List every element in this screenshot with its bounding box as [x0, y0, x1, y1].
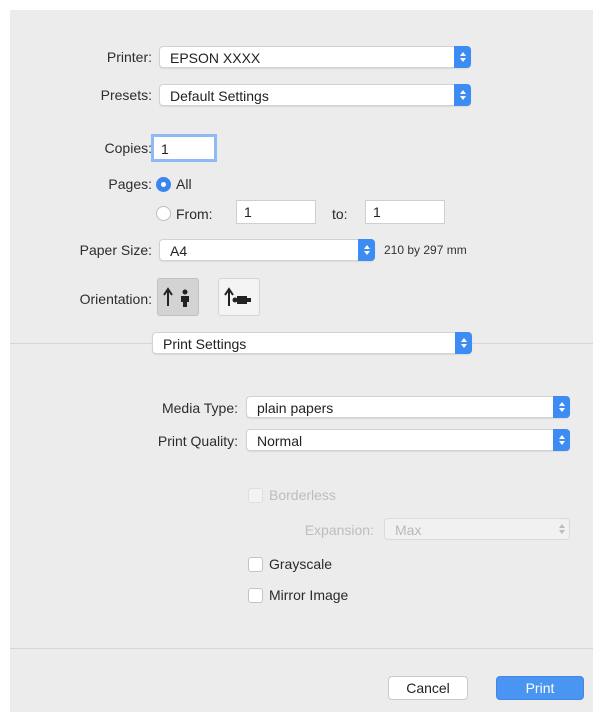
pages-from-field[interactable]: 1 — [236, 200, 316, 224]
mirror-image-checkbox[interactable] — [248, 588, 263, 603]
popup-arrows-icon — [553, 518, 570, 540]
printer-value: EPSON XXXX — [170, 50, 261, 66]
print-button[interactable]: Print — [496, 676, 584, 700]
popup-arrows-icon — [553, 396, 570, 418]
cancel-button[interactable]: Cancel — [388, 676, 468, 700]
pages-all-radio[interactable] — [156, 177, 171, 192]
paper-size-dimensions: 210 by 297 mm — [384, 243, 467, 257]
popup-arrows-icon — [358, 239, 375, 261]
popup-arrows-icon — [553, 429, 570, 451]
copies-field[interactable]: 1 — [151, 134, 217, 162]
printer-label: Printer: — [106, 49, 152, 65]
media-type-value: plain papers — [257, 400, 334, 416]
borderless-checkbox[interactable] — [248, 488, 263, 503]
pages-to-field[interactable]: 1 — [365, 200, 445, 224]
section-popup[interactable]: Print Settings — [152, 332, 472, 354]
pages-all-label: All — [176, 176, 192, 192]
popup-arrows-icon — [455, 332, 472, 354]
presets-value: Default Settings — [170, 88, 269, 104]
printer-popup[interactable]: EPSON XXXX — [159, 46, 471, 68]
expansion-label: Expansion: — [304, 522, 374, 538]
footer-divider — [10, 648, 593, 649]
print-quality-label: Print Quality: — [157, 433, 238, 449]
expansion-value: Max — [395, 522, 422, 538]
print-quality-popup[interactable]: Normal — [246, 429, 570, 451]
popup-arrows-icon — [454, 46, 471, 68]
copies-label: Copies: — [104, 140, 152, 156]
pages-to-label: to: — [332, 206, 348, 222]
portrait-orientation-icon — [163, 287, 189, 307]
section-popup-value: Print Settings — [163, 336, 247, 352]
pages-from-label: From: — [176, 206, 213, 222]
grayscale-checkbox[interactable] — [248, 557, 263, 572]
media-type-popup[interactable]: plain papers — [246, 396, 570, 418]
paper-size-popup[interactable]: A4 — [159, 239, 375, 261]
paper-size-label: Paper Size: — [79, 242, 152, 258]
presets-popup[interactable]: Default Settings — [159, 84, 471, 106]
borderless-label: Borderless — [269, 487, 336, 503]
orientation-landscape-button[interactable] — [218, 278, 260, 316]
paper-size-value: A4 — [170, 243, 188, 259]
grayscale-label: Grayscale — [269, 556, 333, 572]
landscape-orientation-icon — [224, 287, 251, 306]
presets-label: Presets: — [100, 87, 152, 103]
popup-arrows-icon — [454, 84, 471, 106]
print-dialog: Printer: EPSON XXXX Presets: Default Set… — [10, 10, 593, 712]
print-quality-value: Normal — [257, 433, 303, 449]
orientation-portrait-button[interactable] — [157, 278, 199, 316]
pages-label: Pages: — [108, 176, 152, 192]
expansion-popup[interactable]: Max — [384, 518, 570, 540]
media-type-label: Media Type: — [161, 400, 238, 416]
orientation-label: Orientation: — [79, 291, 152, 307]
pages-from-radio[interactable] — [156, 206, 171, 221]
mirror-image-label: Mirror Image — [269, 587, 349, 603]
